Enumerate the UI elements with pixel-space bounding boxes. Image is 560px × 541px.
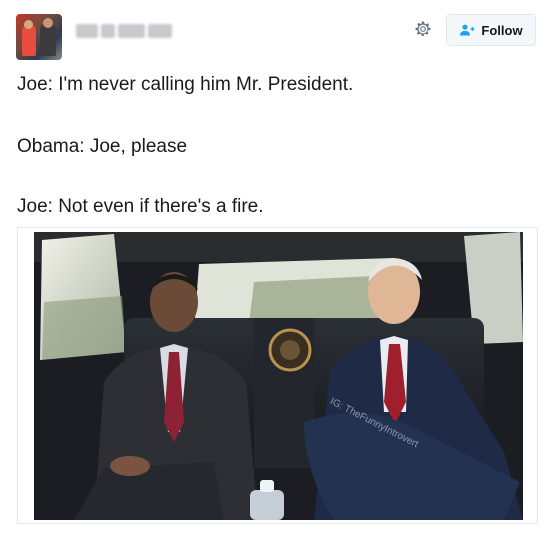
avatar[interactable] xyxy=(16,14,62,60)
gear-icon xyxy=(415,21,431,37)
tweet-line: Joe: Not even if there's a fire. xyxy=(17,196,264,217)
avatar-face-left xyxy=(24,20,33,29)
avatar-face-right xyxy=(43,18,53,28)
settings-button[interactable] xyxy=(412,18,434,40)
tweet-line: Obama: Joe, please xyxy=(17,136,188,157)
follow-button[interactable]: Follow xyxy=(446,14,536,46)
tweet-line: Joe: I'm never calling him Mr. President… xyxy=(17,74,354,95)
tweet-photo[interactable]: IG: TheFunnyIntrovert xyxy=(17,227,538,524)
redacted-username[interactable] xyxy=(76,24,173,38)
follow-label: Follow xyxy=(481,22,523,38)
car-interior-photo xyxy=(34,232,523,520)
tweet-header: Follow xyxy=(0,0,560,60)
add-user-icon xyxy=(460,24,475,36)
